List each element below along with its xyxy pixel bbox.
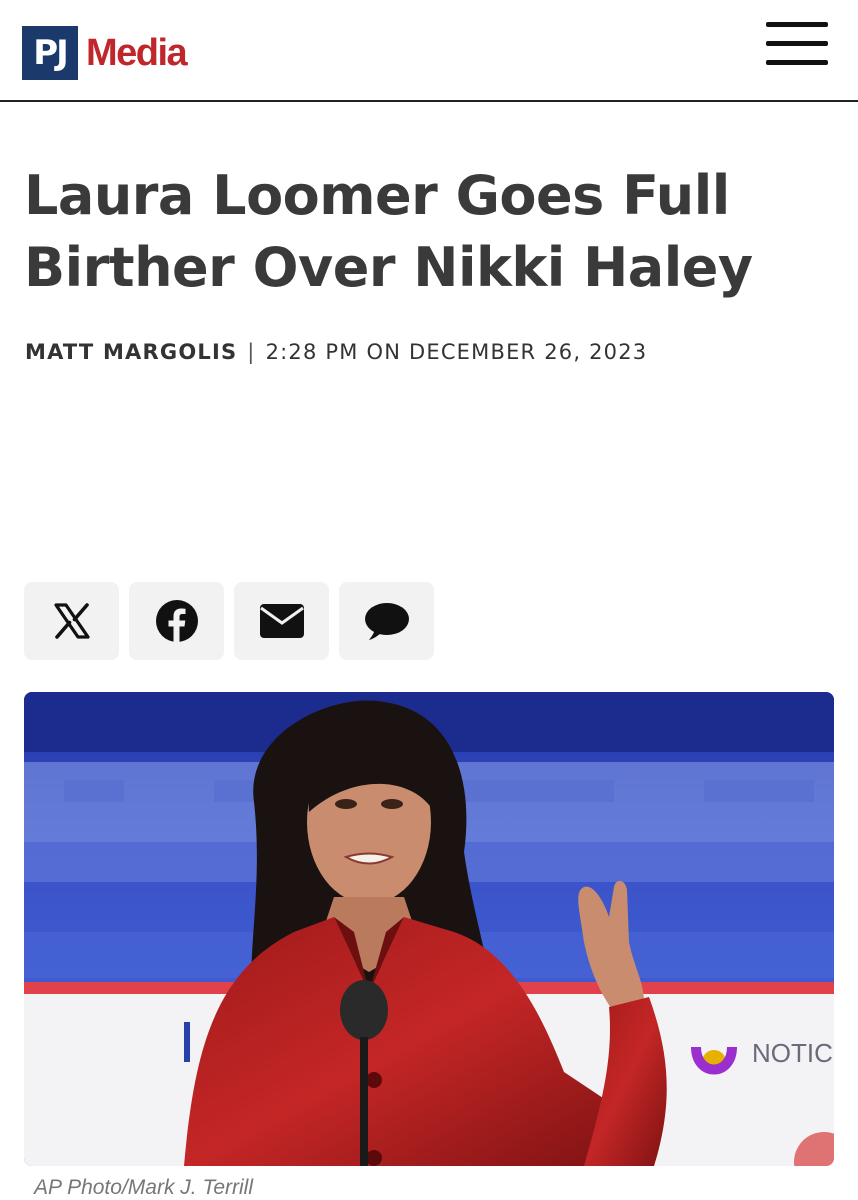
menu-bar	[766, 60, 828, 65]
byline-separator: |	[247, 340, 256, 364]
share-x-button[interactable]	[24, 582, 119, 660]
speaker-at-podium-photo: NOTIC UNIV	[24, 692, 834, 1166]
facebook-icon	[155, 600, 198, 642]
share-bar	[24, 582, 444, 660]
comment-icon	[364, 603, 409, 640]
publish-date: 2:28 PM ON DECEMBER 26, 2023	[265, 340, 648, 364]
author-link[interactable]: MATT MARGOLIS	[25, 340, 237, 364]
menu-bar	[766, 22, 828, 27]
site-logo[interactable]: PJ Media	[22, 26, 188, 80]
logo-media-text: Media	[86, 31, 188, 74]
menu-bar	[766, 41, 828, 46]
background-sign-text: NOTIC UNIV	[752, 1038, 834, 1068]
hamburger-menu-icon[interactable]	[766, 22, 828, 66]
x-twitter-icon	[53, 603, 90, 639]
share-facebook-button[interactable]	[129, 582, 224, 660]
share-comment-button[interactable]	[339, 582, 434, 660]
logo-pj-mark: PJ	[22, 26, 78, 80]
page: PJ Media Laura Loomer Goes Full Birther …	[0, 0, 858, 1200]
site-header: PJ Media	[0, 0, 858, 102]
share-email-button[interactable]	[234, 582, 329, 660]
photo-caption: AP Photo/Mark J. Terrill	[34, 1176, 254, 1199]
email-icon	[259, 604, 304, 638]
article-hero-image[interactable]: NOTIC UNIV	[24, 692, 834, 1166]
article-title: Laura Loomer Goes Full Birther Over Nikk…	[24, 164, 753, 299]
byline: MATT MARGOLIS | 2:28 PM ON DECEMBER 26, …	[25, 340, 647, 364]
